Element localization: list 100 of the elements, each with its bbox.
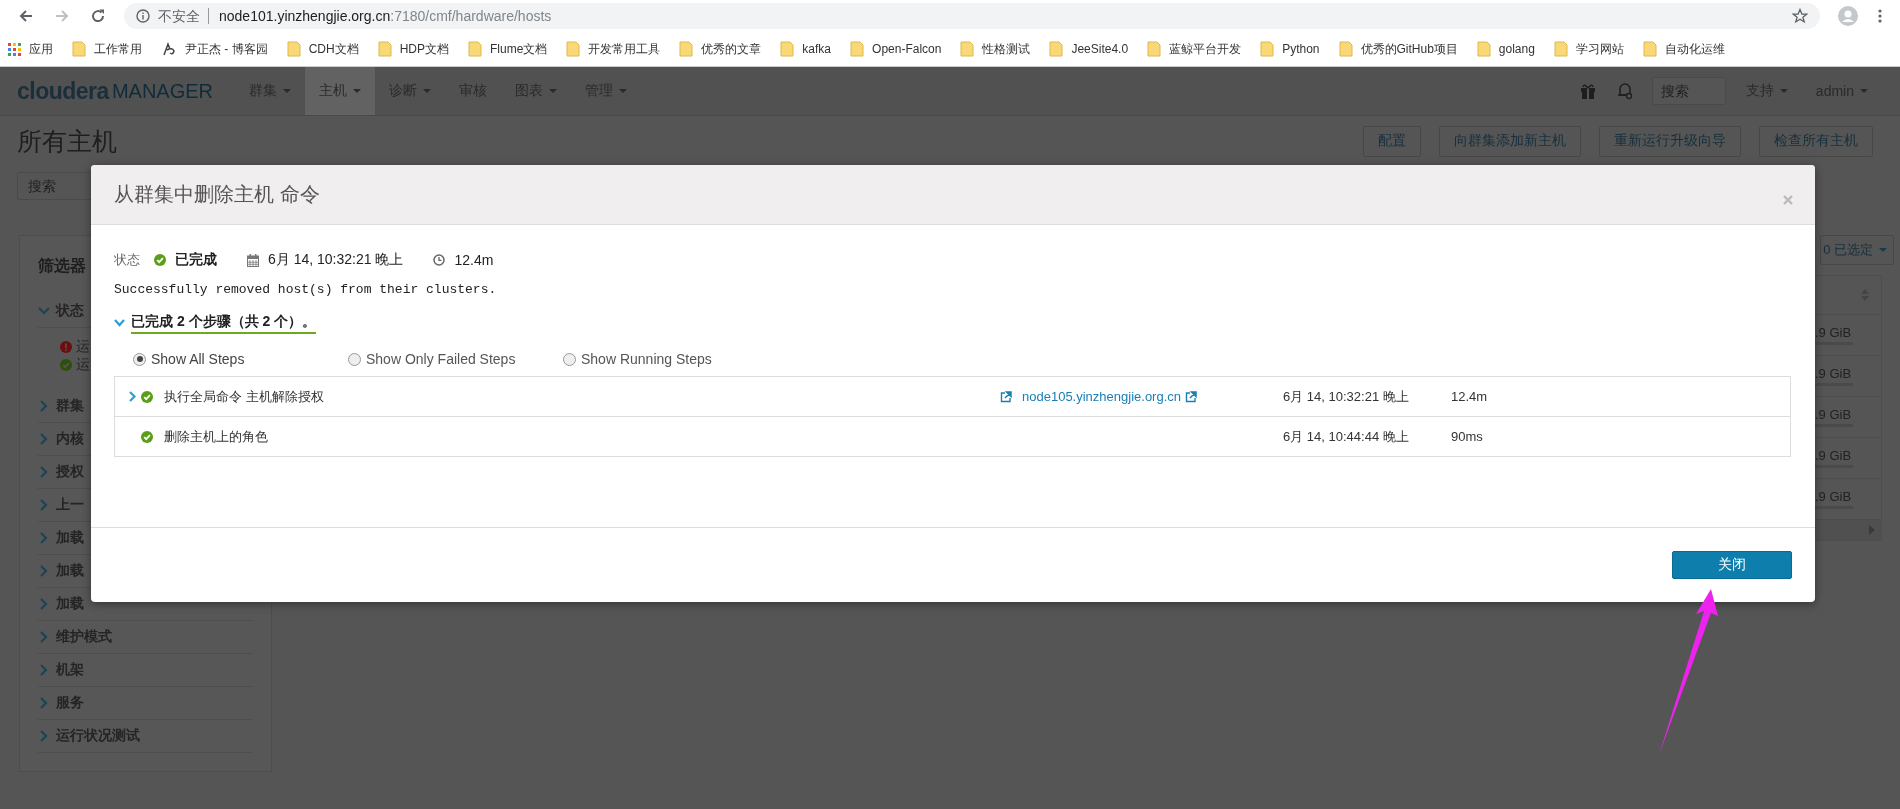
folder-icon: [679, 41, 694, 57]
page-button[interactable]: 配置: [1363, 125, 1421, 157]
caret-icon[interactable]: [1879, 248, 1887, 252]
radio-option[interactable]: Show Only Failed Steps: [348, 351, 563, 367]
result-message: Successfully removed host(s) from their clusters.: [114, 282, 498, 299]
caret-icon[interactable]: [283, 89, 291, 93]
reload-icon[interactable]: [90, 8, 106, 24]
step-duration: 90ms: [1451, 429, 1483, 444]
chevron-right-icon[interactable]: [38, 664, 50, 676]
caret-icon[interactable]: [549, 89, 557, 93]
chevron-right-icon[interactable]: [38, 631, 50, 643]
selection-button[interactable]: 0 已选定: [1820, 235, 1894, 265]
chevron-right-icon[interactable]: [129, 391, 136, 402]
bookmark-item[interactable]: 自动化运维: [1642, 40, 1725, 58]
clock-icon: [433, 254, 446, 266]
avatar-icon[interactable]: [1838, 6, 1858, 26]
chevron-right-icon[interactable]: [38, 499, 50, 511]
chevron-right-icon[interactable]: [38, 400, 50, 412]
chevron-right-icon[interactable]: [38, 730, 50, 742]
folder-icon: [468, 41, 482, 57]
chevron-down-icon[interactable]: [114, 319, 125, 327]
forward-icon[interactable]: [54, 8, 70, 24]
chevron-right-icon[interactable]: [38, 433, 50, 445]
chevron-right-icon[interactable]: [38, 466, 50, 478]
caret-icon[interactable]: [619, 89, 627, 93]
start-time: 6月 14, 10:32:21 晚上: [268, 251, 404, 269]
radio-option[interactable]: Show Running Steps: [563, 351, 778, 367]
folder-icon: [286, 41, 301, 57]
status-label: 状态: [114, 251, 140, 269]
bookmark-item[interactable]: JeeSite4.0: [1049, 41, 1129, 57]
status-value: 已完成: [175, 251, 217, 269]
url-text: node101.yinzhengjie.org.cn:7180/cmf/hardware/hosts: [219, 8, 552, 24]
dialog-title: 从群集中删除主机 命令: [114, 182, 320, 207]
bookmark-item[interactable]: Flume文档: [468, 40, 548, 58]
bookmark-item[interactable]: 工作常用: [72, 40, 142, 58]
address-bar[interactable]: 不安全 node101.yinzhengjie.org.cn:7180/cmf/hardware/hosts: [124, 3, 1820, 29]
chevron-down-icon[interactable]: [38, 307, 50, 315]
check-circle-icon: [60, 359, 72, 371]
step-name: 执行全局命令 主机解除授权: [164, 387, 325, 406]
external-link-icon[interactable]: [1185, 390, 1197, 403]
caret-icon[interactable]: [1860, 89, 1868, 93]
caret-icon[interactable]: [1779, 89, 1788, 93]
folder-icon: [1338, 41, 1353, 57]
page-button[interactable]: 向群集添加新主机: [1439, 125, 1581, 157]
duration: 12.4m: [454, 252, 494, 268]
folder-icon: [1260, 41, 1275, 57]
apps-icon: [8, 42, 21, 56]
bookmark-item[interactable]: HDP文档: [377, 40, 449, 58]
bell-icon[interactable]: [1615, 82, 1634, 100]
error-icon: [60, 341, 72, 353]
host-link[interactable]: node105.yinzhengjie.org.cn: [1022, 389, 1181, 404]
bookmark-item[interactable]: 优秀的GitHub项目: [1338, 40, 1458, 58]
back-icon[interactable]: [18, 8, 34, 24]
caret-icon[interactable]: [353, 89, 361, 93]
steps-summary-link[interactable]: 已完成 2 个步骤（共 2 个）。: [131, 312, 317, 334]
step-duration: 12.4m: [1451, 389, 1488, 404]
step-name: 删除主机上的角色: [164, 427, 269, 446]
star-icon[interactable]: [1792, 8, 1808, 24]
close-button[interactable]: 关闭: [1672, 551, 1792, 579]
folder-icon: [377, 41, 392, 57]
step-time: 6月 14, 10:44:44 晚上: [1283, 427, 1410, 446]
radio-option[interactable]: Show All Steps: [133, 351, 348, 367]
gift-icon[interactable]: [1579, 83, 1596, 99]
close-icon[interactable]: [1783, 194, 1793, 205]
bookmark-item[interactable]: 开发常用工具: [566, 40, 661, 58]
bookmark-item[interactable]: 学习网站: [1553, 40, 1624, 58]
chevron-right-icon[interactable]: [38, 565, 50, 577]
bookmark-item[interactable]: 优秀的文章: [679, 40, 762, 58]
bookmark-item[interactable]: 性格测试: [960, 40, 1031, 58]
bookmark-item[interactable]: 尹正杰 - 博客园: [161, 40, 268, 58]
calendar-icon: [247, 253, 259, 267]
chevron-right-icon[interactable]: [38, 532, 50, 544]
folder-icon: [1147, 41, 1162, 57]
bookmark-item[interactable]: CDH文档: [286, 40, 359, 58]
folder-icon: [72, 41, 86, 57]
chevron-right-icon[interactable]: [38, 697, 50, 709]
bookmark-item[interactable]: kafka: [780, 41, 832, 57]
page-button[interactable]: 检查所有主机: [1759, 125, 1873, 157]
folder-icon: [1553, 41, 1568, 57]
step-time: 6月 14, 10:32:21 晚上: [1283, 387, 1410, 406]
bookmark-item[interactable]: Python: [1260, 41, 1320, 57]
folder-icon: [1642, 41, 1657, 57]
folder-icon: [1476, 41, 1491, 57]
page-button[interactable]: 重新运行升级向导: [1599, 125, 1741, 157]
caret-icon[interactable]: [423, 89, 431, 93]
folder-icon: [1049, 41, 1064, 57]
folder-icon: [850, 41, 865, 57]
folder-icon: [566, 41, 581, 57]
bookmark-item[interactable]: 蓝鲸平台开发: [1147, 40, 1242, 58]
site-icon: [161, 41, 177, 57]
info-icon: [136, 9, 150, 23]
external-link-icon[interactable]: [1000, 390, 1012, 403]
bookmark-item[interactable]: Open-Falcon: [850, 41, 942, 57]
bookmark-item[interactable]: 应用: [8, 40, 53, 58]
folder-icon: [780, 41, 795, 57]
chevron-right-icon[interactable]: [38, 598, 50, 610]
bookmark-item[interactable]: golang: [1476, 41, 1535, 57]
menu-icon[interactable]: [1878, 8, 1882, 24]
filter-title: 筛选器: [38, 256, 86, 276]
folder-icon: [960, 41, 975, 57]
